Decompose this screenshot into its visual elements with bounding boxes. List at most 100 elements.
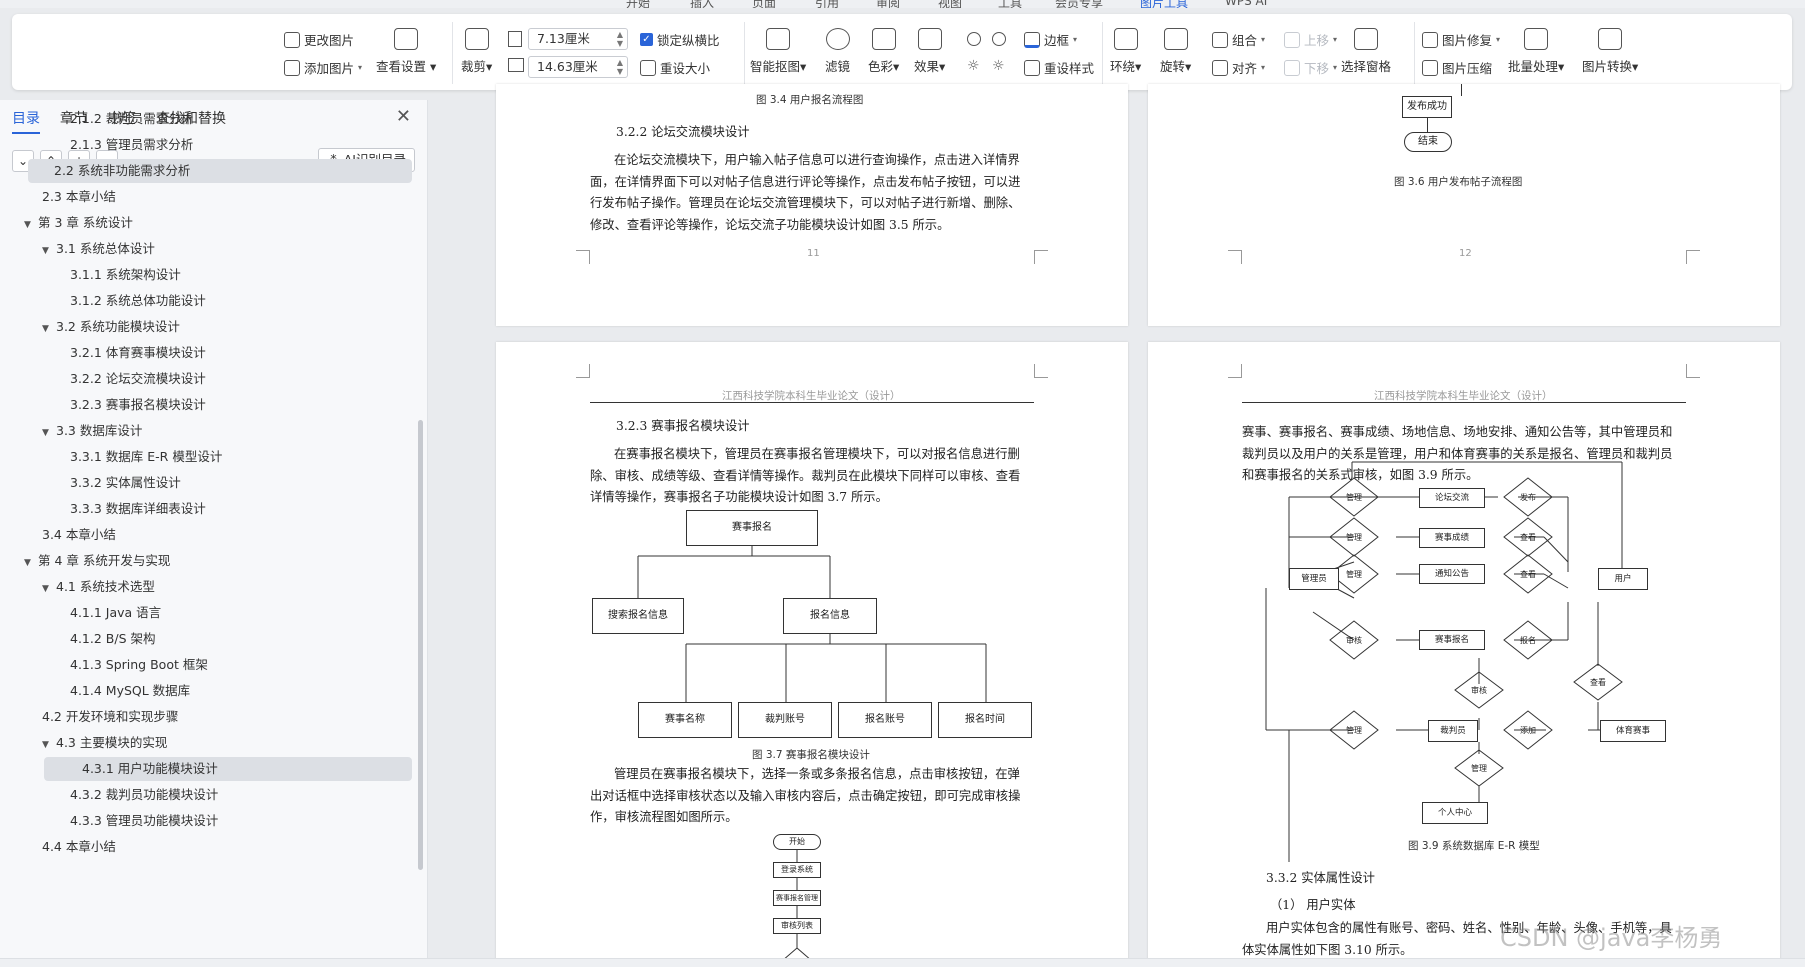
batch-process-button[interactable]: 批量处理▾ [1508, 28, 1564, 75]
toc-scrollbar[interactable] [418, 420, 423, 870]
view-settings-button[interactable]: 查看设置 ▾ [376, 28, 436, 75]
toc-item[interactable]: 4.4 本章小结 [42, 835, 116, 859]
toc-item[interactable]: 3.2.1 体育赛事模块设计 [70, 341, 206, 365]
toc-item[interactable]: 4.1.1 Java 语言 [70, 601, 161, 625]
border-button[interactable]: 边框 ▾ [1024, 30, 1077, 49]
tab-member[interactable]: 会员专享 [1055, 0, 1103, 8]
toc-item[interactable]: ▼ 第 3 章 系统设计 [24, 211, 133, 235]
view-settings-icon [394, 28, 419, 50]
smart-cutout-button[interactable]: 智能抠图▾ [750, 28, 806, 75]
toc-item[interactable]: 4.2 开发环境和实现步骤 [42, 705, 178, 729]
rotate-right-icon[interactable] [992, 32, 1006, 46]
change-picture-button[interactable]: 更改图片 [284, 30, 354, 49]
toc-item[interactable]: ▼ 4.3 主要模块的实现 [42, 731, 167, 755]
toc-item[interactable]: 2.2 系统非功能需求分析 [28, 159, 412, 183]
wrap-icon [1113, 28, 1138, 50]
tab-page[interactable]: 页面 [752, 0, 776, 8]
toc-item[interactable]: 3.2.3 赛事报名模块设计 [70, 393, 206, 417]
brightness-icon[interactable]: ☼ [967, 58, 980, 74]
nav-tab-toc[interactable]: 目录 [12, 108, 40, 134]
group-button[interactable]: 组合 ▾ [1212, 30, 1265, 49]
expand-toggle-icon[interactable]: ▼ [24, 551, 38, 575]
align-icon [1212, 59, 1228, 76]
toc-item-label: 4.2 开发环境和实现步骤 [42, 709, 179, 724]
toc-item-label: 第 3 章 系统设计 [38, 215, 133, 230]
filter-button[interactable]: 滤镜 [825, 28, 850, 75]
reset-style-button[interactable]: 重设样式 [1024, 58, 1094, 77]
width-spinner[interactable]: ▲ ▼ [617, 30, 623, 48]
toc-item[interactable]: 2.3 本章小结 [42, 185, 116, 209]
picture-repair-button[interactable]: 图片修复 ▾ [1422, 30, 1500, 49]
height-input[interactable]: 14.63厘米 ▲ ▼ [528, 56, 628, 78]
toc-item[interactable]: ▼ 4.1 系统技术选型 [42, 575, 155, 599]
toc-item[interactable]: ▼ 3.1 系统总体设计 [42, 237, 155, 261]
toc-item[interactable]: 4.3.1 用户功能模块设计 [44, 757, 412, 781]
tab-home[interactable]: 开始 [626, 0, 650, 8]
expand-toggle-icon[interactable]: ▼ [42, 577, 56, 601]
expand-toggle-icon[interactable]: ▼ [42, 317, 56, 341]
toc-item-label: 4.1.3 Spring Boot 框架 [70, 657, 208, 672]
selection-pane-button[interactable]: 选择窗格 [1341, 28, 1391, 75]
toc-item[interactable]: ▼ 3.2 系统功能模块设计 [42, 315, 180, 339]
width-input[interactable]: 7.13厘米 ▲ ▼ [528, 28, 628, 50]
color-button[interactable]: 色彩▾ [868, 28, 899, 75]
expand-toggle-icon[interactable]: ▼ [42, 421, 56, 445]
toc-item[interactable]: 4.1.3 Spring Boot 框架 [70, 653, 208, 677]
picture-convert-button[interactable]: 图片转换▾ [1582, 28, 1638, 75]
toc-item[interactable]: 3.1.2 系统总体功能设计 [70, 289, 206, 313]
tab-review[interactable]: 审阅 [876, 0, 900, 8]
navigation-pane: 目录 章节 书签 查找和替换 ✕ ⌄ ⌃ + − ⁂ AI识别目录 2.1.2 … [0, 100, 428, 967]
toc-item[interactable]: 2.1.3 管理员需求分析 [70, 133, 193, 157]
er-entity-sports-event: 体育赛事 [1600, 720, 1666, 742]
height-icon [508, 58, 524, 72]
er-relation: 查看 [1520, 569, 1536, 579]
toc-item-label: 3.2 系统功能模块设计 [56, 319, 180, 334]
picture-compress-button[interactable]: 图片压缩 [1422, 58, 1492, 77]
move-down-button[interactable]: 下移 ▾ [1284, 58, 1337, 77]
toc-item[interactable]: 4.3.3 管理员功能模块设计 [70, 809, 218, 833]
lock-aspect-checkbox[interactable]: ✓ 锁定纵横比 [640, 30, 720, 49]
close-icon[interactable]: ✕ [396, 106, 411, 127]
toc-item[interactable]: ▼ 3.3 数据库设计 [42, 419, 142, 443]
add-picture-button[interactable]: 添加图片 ▾ [284, 58, 362, 77]
toc-item[interactable]: 2.1.2 裁判员需求分析 [70, 107, 193, 131]
section-heading: 3.3.2 实体属性设计 [1266, 871, 1375, 885]
toc-item[interactable]: 3.4 本章小结 [42, 523, 116, 547]
expand-toggle-icon[interactable]: ▼ [24, 213, 38, 237]
document-page-14: 江西科技学院本科生毕业论文（设计） 赛事、赛事报名、赛事成绩、场地信息、场地安排… [1148, 342, 1780, 967]
tab-wps-ai[interactable]: WPS AI [1225, 0, 1267, 8]
rotate-button[interactable]: 旋转▾ [1160, 28, 1191, 75]
expand-toggle-icon[interactable]: ▼ [42, 239, 56, 263]
effects-button[interactable]: 效果▾ [914, 28, 945, 75]
toc-item[interactable]: ▼ 第 4 章 系统开发与实现 [24, 549, 170, 573]
picture-repair-icon [1422, 31, 1438, 48]
tab-insert[interactable]: 插入 [690, 0, 714, 8]
toc-item[interactable]: 4.3.2 裁判员功能模块设计 [70, 783, 218, 807]
tab-picture-tools[interactable]: 图片工具 [1140, 0, 1188, 8]
figure-caption: 图 3.6 用户发布帖子流程图 [1394, 176, 1523, 188]
toc-item[interactable]: 3.2.2 论坛交流模块设计 [70, 367, 206, 391]
crop-button[interactable]: 裁剪▾ [461, 28, 492, 75]
tab-tools[interactable]: 工具 [998, 0, 1022, 8]
height-spinner[interactable]: ▲ ▼ [617, 58, 623, 76]
align-button[interactable]: 对齐 ▾ [1212, 58, 1265, 77]
subsection-label: （1） 用户实体 [1270, 898, 1356, 912]
toc-item[interactable]: 3.3.3 数据库详细表设计 [70, 497, 206, 521]
toc-item[interactable]: 3.3.1 数据库 E-R 模型设计 [70, 445, 222, 469]
expand-toggle-icon[interactable]: ▼ [42, 733, 56, 757]
rotate-left-icon[interactable] [967, 32, 981, 46]
toc-item[interactable]: 3.3.2 实体属性设计 [70, 471, 181, 495]
toc-item[interactable]: 4.1.2 B/S 架构 [70, 627, 155, 651]
move-up-button[interactable]: 上移 ▾ [1284, 30, 1337, 49]
margin-corner [576, 250, 590, 264]
reset-size-icon [640, 59, 656, 76]
tab-references[interactable]: 引用 [815, 0, 839, 8]
reset-size-button[interactable]: 重设大小 [640, 58, 710, 77]
wrap-button[interactable]: 环绕▾ [1110, 28, 1141, 75]
toc-item-label: 3.3.1 数据库 E-R 模型设计 [70, 449, 223, 464]
smart-cutout-icon [766, 28, 791, 50]
tab-view[interactable]: 视图 [938, 0, 962, 8]
toc-item[interactable]: 3.1.1 系统架构设计 [70, 263, 181, 287]
toc-item[interactable]: 4.1.4 MySQL 数据库 [70, 679, 190, 703]
contrast-icon[interactable]: ☼ [992, 58, 1005, 74]
